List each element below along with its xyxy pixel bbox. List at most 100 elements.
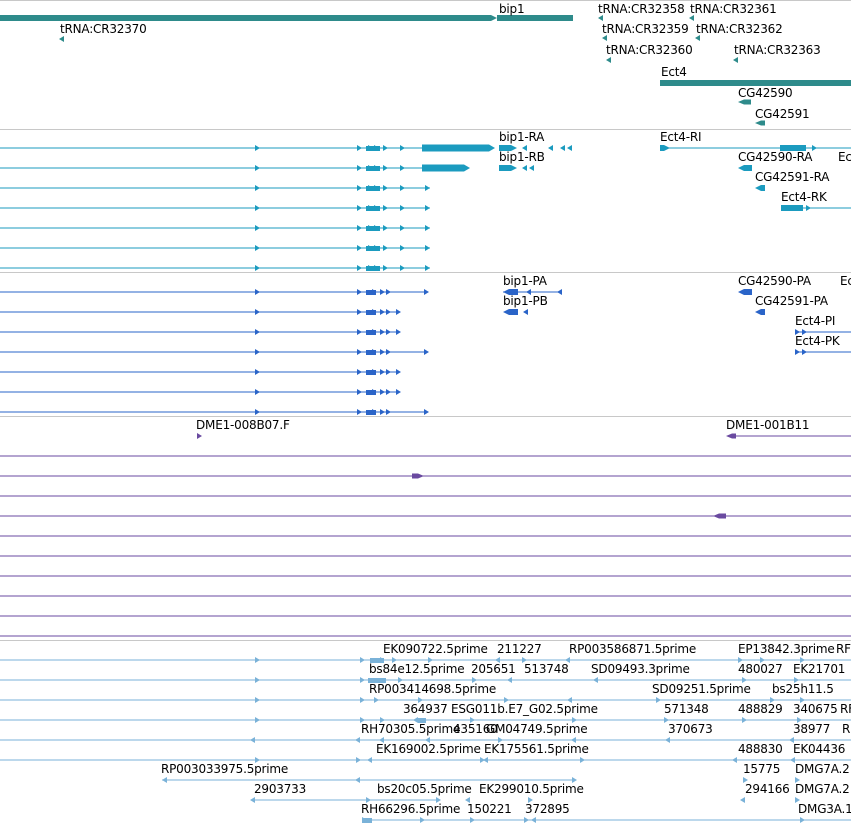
est-label: bs25h11.5 (772, 682, 834, 696)
protein-label: bip1-PB (503, 294, 548, 308)
est-label: 205651 (471, 662, 516, 676)
est-label: 150221 (467, 802, 512, 816)
arrow-right-icon (380, 389, 385, 395)
protein-label: Ect4-PK (795, 334, 840, 348)
arrow-right-icon (360, 697, 365, 703)
feature-block[interactable] (366, 410, 376, 415)
arrow-right-icon (380, 409, 385, 415)
gene-label: tRNA:CR32363 (734, 43, 821, 57)
feature-block[interactable] (366, 226, 380, 231)
feature-block[interactable] (366, 146, 380, 151)
arrow-right-icon (424, 409, 429, 415)
feature-block[interactable] (738, 165, 752, 171)
feature-block[interactable] (366, 310, 376, 315)
est-label: bs20c05.5prime (377, 782, 472, 796)
arrow-right-icon (255, 369, 260, 375)
arrow-right-icon (425, 265, 430, 271)
feature-block[interactable] (366, 266, 380, 271)
feature-block[interactable] (755, 120, 765, 126)
arrow-right-icon (386, 389, 391, 395)
feature-block[interactable] (499, 165, 517, 171)
arrow-left-icon (367, 757, 372, 763)
feature-block[interactable] (366, 186, 380, 191)
arrow-right-icon (742, 717, 747, 723)
arrow-right-icon (357, 409, 362, 415)
arrow-right-icon (383, 245, 388, 251)
feature-block[interactable] (713, 513, 726, 519)
feature-block[interactable] (366, 166, 380, 171)
transcript-label: CG42591-RA (755, 170, 830, 184)
arrow-right-icon (356, 757, 361, 763)
arrow-left-icon (59, 36, 64, 42)
feature-block[interactable] (366, 290, 376, 295)
est-label: ESG011b.E7_G02.5prime (451, 702, 598, 716)
arrow-right-icon (357, 205, 362, 211)
arrow-right-icon (383, 145, 388, 151)
est-label: EK21701 (793, 662, 846, 676)
est-label: bs84e12.5prime (369, 662, 465, 676)
arrow-right-icon (386, 349, 391, 355)
arrow-right-icon (255, 697, 260, 703)
transcript-label: Ect4-RI (660, 130, 702, 144)
arrow-right-icon (255, 657, 260, 663)
feature-block[interactable] (366, 330, 376, 335)
gene-bip1[interactable] (0, 15, 497, 21)
arrow-right-icon (396, 369, 401, 375)
gene-label: bip1 (499, 2, 525, 16)
arrow-left-icon (355, 737, 360, 743)
arrow-right-icon (255, 245, 260, 251)
est-label: RF (840, 702, 851, 716)
arrow-left-icon (507, 677, 512, 683)
arrow-right-icon (380, 309, 385, 315)
est-label: RP003414698.5prime (369, 682, 497, 696)
transcript-label: Ec (838, 150, 851, 164)
feature-block[interactable] (738, 289, 752, 295)
est-label: DMG7A.2 (795, 762, 850, 776)
genome-browser-view[interactable]: bip1 tRNA:CR32370 tRNA:CR32358 tRNA:CR32361… (0, 0, 851, 825)
est-label: 294166 (745, 782, 790, 796)
feature-block[interactable] (726, 433, 736, 439)
est-label: DMG7A.2 (795, 782, 850, 796)
feature-block[interactable] (366, 370, 376, 375)
est-label: EK090722.5prime (383, 642, 488, 656)
arrow-right-icon (357, 309, 362, 315)
arrow-left-icon (740, 797, 745, 803)
arrow-right-icon (380, 289, 385, 295)
feature-block[interactable] (366, 390, 376, 395)
feature-block[interactable] (755, 309, 765, 315)
arrow-right-icon (357, 329, 362, 335)
arrow-right-icon (425, 205, 430, 211)
arrow-right-icon (400, 225, 405, 231)
arrow-right-icon (255, 289, 260, 295)
est-label: EK169002.5prime (376, 742, 481, 756)
arrow-right-icon (425, 245, 430, 251)
est-label: 480027 (738, 662, 783, 676)
feature-block[interactable] (738, 99, 751, 105)
feature-block[interactable] (412, 473, 424, 479)
feature-block[interactable] (422, 164, 470, 172)
arrow-right-icon (386, 289, 391, 295)
feature-block[interactable] (781, 205, 803, 211)
arrow-right-icon (420, 817, 425, 823)
feature-block[interactable] (660, 145, 670, 151)
arrow-right-icon (357, 245, 362, 251)
est-label: RF (836, 642, 851, 656)
est-label: EK299010.5prime (479, 782, 584, 796)
feature-block[interactable] (422, 144, 495, 152)
est-label: R (842, 722, 851, 736)
est-label: 15775 (743, 762, 781, 776)
feature-block[interactable] (366, 350, 376, 355)
arrow-right-icon (357, 289, 362, 295)
feature-block[interactable] (503, 309, 518, 315)
transcript-label: bip1-RA (499, 130, 545, 144)
arrow-right-icon (396, 329, 401, 335)
feature-block[interactable] (362, 818, 372, 823)
arrow-right-icon (424, 289, 429, 295)
arrow-right-icon (255, 165, 260, 171)
arrow-left-icon (523, 309, 528, 315)
feature-block[interactable] (755, 185, 765, 191)
gene-label: tRNA:CR32370 (60, 22, 147, 36)
feature-block[interactable] (366, 246, 380, 251)
arrow-right-icon (400, 145, 405, 151)
feature-block[interactable] (366, 206, 380, 211)
